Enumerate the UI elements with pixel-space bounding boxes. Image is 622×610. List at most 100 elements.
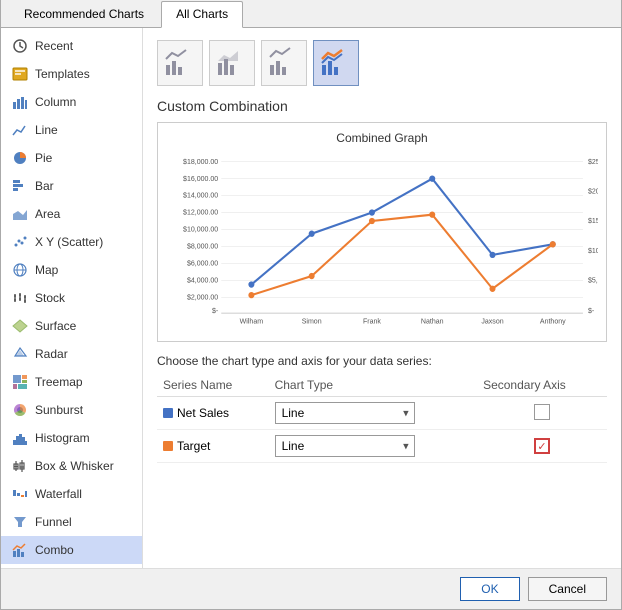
sidebar-item-templates[interactable]: Templates [1, 60, 142, 88]
sidebar-label-surface: Surface [35, 319, 76, 333]
map-icon [11, 261, 29, 279]
surface-icon [11, 317, 29, 335]
svg-text:$5,000.00: $5,000.00 [588, 275, 598, 284]
combo-icon-4[interactable] [313, 40, 359, 86]
sidebar-item-area[interactable]: Area [1, 200, 142, 228]
svg-text:$-: $- [212, 306, 219, 315]
chart-type-cell-net-sales: Line Column Area [269, 397, 477, 430]
sidebar-label-recent: Recent [35, 39, 73, 53]
chart-type-select-wrapper-net-sales[interactable]: Line Column Area [275, 402, 415, 424]
svg-text:$12,000.00: $12,000.00 [183, 207, 218, 216]
svg-text:$10,000.00: $10,000.00 [588, 246, 598, 255]
sidebar-item-pie[interactable]: Pie [1, 144, 142, 172]
secondary-axis-checkbox-target[interactable] [534, 438, 550, 454]
sidebar-item-surface[interactable]: Surface [1, 312, 142, 340]
combo-icon-1[interactable] [157, 40, 203, 86]
sidebar-item-box-whisker[interactable]: Box & Whisker [1, 452, 142, 480]
sidebar-item-bar[interactable]: Bar [1, 172, 142, 200]
sidebar-label-scatter: X Y (Scatter) [35, 235, 103, 249]
chart-type-select-target[interactable]: Line Column Area [275, 435, 415, 457]
th-series-name: Series Name [157, 374, 269, 397]
sidebar-item-map[interactable]: Map [1, 256, 142, 284]
chart-type-select-wrapper-target[interactable]: Line Column Area [275, 435, 415, 457]
sidebar-label-box-whisker: Box & Whisker [35, 459, 114, 473]
chart-type-select-net-sales[interactable]: Line Column Area [275, 402, 415, 424]
chart-preview: Combined Graph $18,000.00 $16,000.00 $14… [157, 122, 607, 342]
svg-text:$2,000.00: $2,000.00 [187, 292, 218, 301]
sidebar-item-treemap[interactable]: Treemap [1, 368, 142, 396]
section-title: Custom Combination [157, 98, 607, 114]
sidebar-item-waterfall[interactable]: Waterfall [1, 480, 142, 508]
svg-text:Wilham: Wilham [240, 317, 263, 326]
series-name-cell: Net Sales [157, 397, 269, 430]
series-name-cell-target: Target [157, 430, 269, 463]
sidebar-label-stock: Stock [35, 291, 65, 305]
sidebar-item-sunburst[interactable]: Sunburst [1, 396, 142, 424]
sidebar-item-recent[interactable]: Recent [1, 32, 142, 60]
combo-icon-3[interactable] [261, 40, 307, 86]
combo-icon-2[interactable] [209, 40, 255, 86]
sidebar-label-templates: Templates [35, 67, 90, 81]
tab-recommended-charts[interactable]: Recommended Charts [9, 1, 159, 27]
histogram-icon [11, 429, 29, 447]
ok-button[interactable]: OK [460, 577, 519, 601]
area-icon [11, 205, 29, 223]
choose-label: Choose the chart type and axis for your … [157, 354, 607, 368]
table-row: Net Sales Line Column Area [157, 397, 607, 430]
sidebar-item-scatter[interactable]: X Y (Scatter) [1, 228, 142, 256]
treemap-icon [11, 373, 29, 391]
svg-text:$15,000.00: $15,000.00 [588, 216, 598, 225]
secondary-axis-checkbox-net-sales[interactable] [534, 404, 550, 420]
series-table: Series Name Chart Type Secondary Axis Ne… [157, 374, 607, 463]
th-secondary-axis: Secondary Axis [477, 374, 607, 397]
svg-text:$18,000.00: $18,000.00 [183, 157, 218, 166]
main-panel: Custom Combination Combined Graph $18,00… [143, 28, 621, 568]
svg-text:$4,000.00: $4,000.00 [187, 275, 218, 284]
sidebar-item-combo[interactable]: Combo [1, 536, 142, 564]
dialog-footer: OK Cancel [1, 568, 621, 609]
series-name-target: Target [177, 439, 210, 453]
funnel-icon [11, 513, 29, 531]
combined-graph-svg: $18,000.00 $16,000.00 $14,000.00 $12,000… [166, 149, 598, 329]
line-icon [11, 121, 29, 139]
table-row: Target Line Column Area [157, 430, 607, 463]
templates-icon [11, 65, 29, 83]
sidebar-item-radar[interactable]: Radar [1, 340, 142, 368]
recent-icon [11, 37, 29, 55]
svg-text:$6,000.00: $6,000.00 [187, 258, 218, 267]
waterfall-icon [11, 485, 29, 503]
tabs-row: Recommended Charts All Charts [1, 0, 621, 28]
sidebar-item-histogram[interactable]: Histogram [1, 424, 142, 452]
cancel-button[interactable]: Cancel [528, 577, 607, 601]
svg-text:$8,000.00: $8,000.00 [187, 241, 218, 250]
sidebar-label-funnel: Funnel [35, 515, 72, 529]
tab-all-charts[interactable]: All Charts [161, 1, 243, 28]
change-chart-type-dialog: Change Chart Type ? ✕ Recommended Charts… [0, 0, 622, 610]
sidebar-item-column[interactable]: Column [1, 88, 142, 116]
svg-text:$14,000.00: $14,000.00 [183, 191, 218, 200]
th-chart-type: Chart Type [269, 374, 477, 397]
secondary-axis-cell-target [477, 430, 607, 463]
series-color-target [163, 441, 173, 451]
svg-text:Jaxson: Jaxson [481, 317, 503, 326]
svg-text:$16,000.00: $16,000.00 [183, 174, 218, 183]
sidebar-item-stock[interactable]: Stock [1, 284, 142, 312]
svg-text:$25,000.00: $25,000.00 [588, 157, 598, 166]
sidebar: Recent Templates Column Line [1, 28, 143, 568]
content-area: Recent Templates Column Line [1, 28, 621, 568]
sidebar-label-waterfall: Waterfall [35, 487, 82, 501]
sidebar-label-pie: Pie [35, 151, 52, 165]
svg-text:$10,000.00: $10,000.00 [183, 224, 218, 233]
sidebar-label-area: Area [35, 207, 60, 221]
sidebar-item-funnel[interactable]: Funnel [1, 508, 142, 536]
svg-text:$20,000.00: $20,000.00 [588, 186, 598, 195]
svg-text:Nathan: Nathan [421, 317, 444, 326]
combo-icon [11, 541, 29, 559]
svg-text:Simon: Simon [302, 317, 322, 326]
pie-icon [11, 149, 29, 167]
sidebar-item-line[interactable]: Line [1, 116, 142, 144]
sidebar-label-line: Line [35, 123, 58, 137]
box-whisker-icon [11, 457, 29, 475]
sidebar-label-combo: Combo [35, 543, 74, 557]
sidebar-label-bar: Bar [35, 179, 54, 193]
